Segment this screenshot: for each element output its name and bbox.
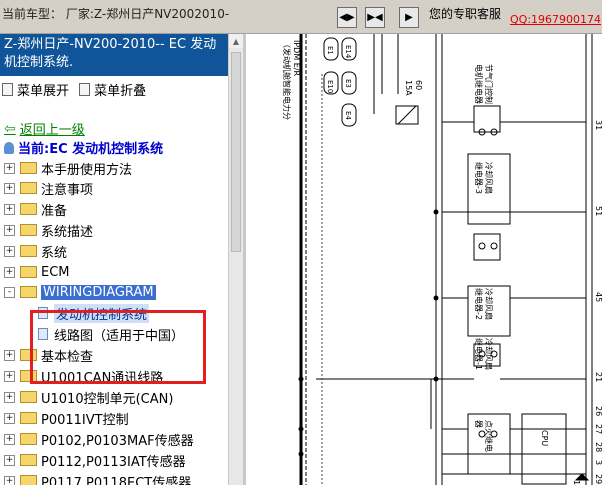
connector-e10-label: E10 <box>326 80 334 93</box>
vehicle-model-label: 当前车型： 厂家:Z-郑州日产NV2002010- <box>2 7 230 21</box>
folder-icon <box>20 433 37 445</box>
throttle-relay-label-2: 电机继电器 <box>474 64 484 104</box>
expand-toggle-icon[interactable]: + <box>4 349 15 361</box>
connector-e4-label: E4 <box>344 111 352 120</box>
folder-icon <box>20 245 37 257</box>
tree-item[interactable]: + U1010控制单元(CAN) <box>4 387 173 407</box>
nav-button-next-icon[interactable]: ▶ <box>399 7 419 28</box>
pin-31: 31 <box>594 120 602 130</box>
pin-45: 45 <box>594 292 602 302</box>
tree-item[interactable]: + 注意事项 <box>4 178 93 198</box>
sidebar-title: Z-郑州日产-NV200-2010-- EC 发动机控制系统. <box>0 34 228 76</box>
back-link[interactable]: ⇦ 返回上一级 <box>4 119 85 139</box>
document-icon <box>2 83 13 96</box>
throttle-relay-label: 节气门控制 <box>484 64 494 104</box>
folder-icon <box>20 203 37 215</box>
customer-service-label: 您的专职客服 <box>429 7 502 21</box>
expand-toggle-icon[interactable]: + <box>4 391 15 403</box>
fan-relay-3-label: 冷却风扇 <box>484 162 494 194</box>
expand-toggle-icon[interactable]: + <box>4 162 15 174</box>
expand-toggle-icon[interactable]: + <box>4 224 15 236</box>
fan-relay-1-label: 冷却风扇 <box>484 338 494 370</box>
document-icon <box>79 83 91 96</box>
pin-51: 51 <box>594 206 602 216</box>
ignition-relay-label-2: 器 <box>474 420 483 428</box>
expand-toggle-icon[interactable]: + <box>4 412 15 424</box>
tree-item[interactable]: + 系统 <box>4 241 67 261</box>
pin-27: 27 <box>594 424 602 434</box>
folder-icon <box>20 266 37 278</box>
ipdm-sub-label: （发动机舱智能电力分 <box>282 40 292 120</box>
fan-relay-2-label: 冷却风扇 <box>484 288 494 320</box>
tree-item-wiringdiagram[interactable]: - WIRINGDIAGRAM <box>4 282 156 302</box>
expand-toggle-icon[interactable]: + <box>4 245 15 257</box>
fan-relay-3-label-2: 继电器-3 <box>474 162 484 194</box>
tree-item[interactable]: + P0112,P0113IAT传感器 <box>4 450 186 470</box>
sidebar-scrollbar[interactable]: ▲ <box>228 34 243 485</box>
expand-toggle-icon[interactable]: + <box>4 475 15 485</box>
pin-21: 21 <box>594 372 602 382</box>
folder-icon <box>20 182 37 194</box>
qq-contact-link[interactable]: QQ:1967900174 <box>510 13 601 26</box>
cpu-label: CPU <box>540 430 549 446</box>
folder-icon <box>20 162 37 174</box>
top-toolbar: 当前车型： 厂家:Z-郑州日产NV2002010- ◀▶ ▶◀ ▶ 您的专职客服… <box>0 0 602 34</box>
expand-toggle-icon[interactable]: + <box>4 266 15 278</box>
tree-item[interactable]: + ECM <box>4 262 70 282</box>
pin-14: 14 <box>572 480 581 485</box>
tree-item[interactable]: + P0117,P0118ECT传感器 <box>4 471 191 485</box>
pin-29: 29 <box>594 474 602 484</box>
menu-collapse-button[interactable]: 菜单折叠 <box>79 80 146 99</box>
connector-e1-label: E1 <box>326 46 334 55</box>
pin-28: 28 <box>594 442 602 452</box>
connector-e14-label: E14 <box>344 45 352 59</box>
folder-icon <box>20 454 37 466</box>
wiring-diagram-view: E1 E14 E10 E3 E4 IPDM E/R （发动机舱智能电力分 15A… <box>246 34 602 485</box>
collapse-toggle-icon[interactable]: - <box>4 286 15 298</box>
folder-icon <box>20 412 37 424</box>
sidebar-panel: Z-郑州日产-NV200-2010-- EC 发动机控制系统. 菜单展开 菜单折… <box>0 34 243 485</box>
tree-item[interactable]: + 本手册使用方法 <box>4 158 132 178</box>
scroll-up-icon[interactable]: ▲ <box>229 34 243 48</box>
tree-item[interactable]: + 系统描述 <box>4 220 93 240</box>
fuse-label: 15A <box>404 80 413 96</box>
current-location: 当前:EC 发动机控制系统 <box>4 138 163 157</box>
tree-item[interactable]: + P0102,P0103MAF传感器 <box>4 429 194 449</box>
expand-toggle-icon[interactable]: + <box>4 370 15 382</box>
folder-icon <box>20 286 37 298</box>
tree-item[interactable]: + 准备 <box>4 199 67 219</box>
nav-button-expand-icon[interactable]: ◀▶ <box>337 7 357 28</box>
fuse-number-label: 60 <box>414 80 423 90</box>
ignition-relay-label: 点火继电 <box>484 420 494 452</box>
highlight-annotation-box <box>30 310 206 384</box>
pin-3: 3 <box>594 460 602 465</box>
fan-relay-1-label-2: 继电器-1 <box>474 338 484 370</box>
fan-relay-2-label-2: 继电器-2 <box>474 288 484 320</box>
back-arrow-icon: ⇦ <box>4 120 16 137</box>
expand-toggle-icon[interactable]: + <box>4 203 15 215</box>
folder-icon <box>20 224 37 236</box>
folder-icon <box>20 391 37 403</box>
menu-expand-button[interactable]: 菜单展开 <box>2 80 69 99</box>
ipdm-label: IPDM E/R <box>292 40 301 77</box>
expand-toggle-icon[interactable]: + <box>4 182 15 194</box>
connector-e3-label: E3 <box>344 79 352 88</box>
expand-toggle-icon[interactable]: + <box>4 454 15 466</box>
menu-controls: 菜单展开 菜单折叠 <box>2 80 152 100</box>
tree-item[interactable]: + P0011IVT控制 <box>4 408 129 428</box>
user-icon <box>4 141 14 154</box>
scroll-thumb[interactable] <box>231 52 241 252</box>
expand-toggle-icon[interactable]: + <box>4 433 15 445</box>
pin-26: 26 <box>594 406 602 416</box>
wiring-diagram-svg: E1 E14 E10 E3 E4 IPDM E/R （发动机舱智能电力分 15A… <box>282 34 602 485</box>
folder-icon <box>20 475 37 485</box>
nav-button-collapse-icon[interactable]: ▶◀ <box>365 7 385 28</box>
